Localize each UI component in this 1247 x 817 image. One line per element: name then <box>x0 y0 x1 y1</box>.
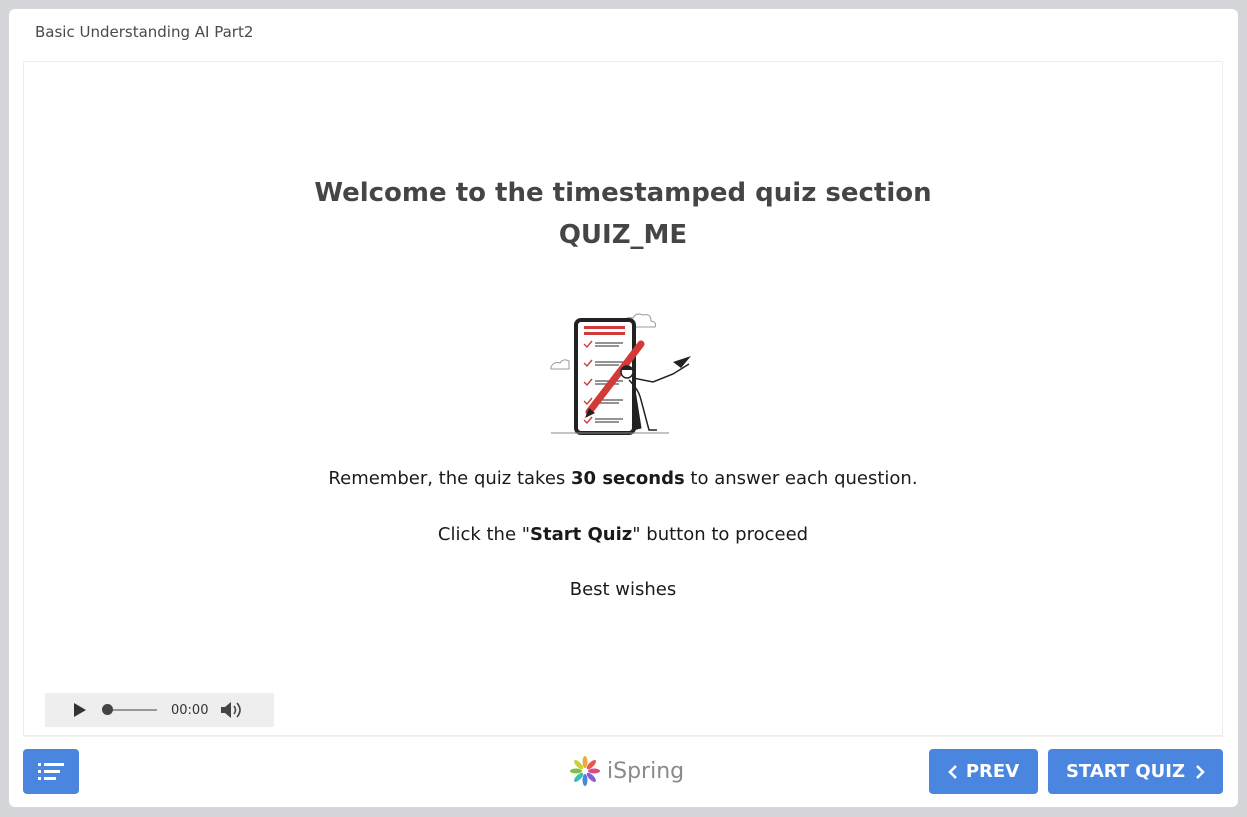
ispring-logo: iSpring <box>569 755 684 787</box>
logo-text: iSpring <box>607 758 685 784</box>
course-title: Basic Understanding AI Part2 <box>35 23 254 41</box>
audio-time: 00:00 <box>171 703 209 718</box>
footer-divider <box>23 736 1223 737</box>
note-text-1: Remember, the quiz takes <box>328 468 571 489</box>
heading-line-2: QUIZ_ME <box>558 220 688 250</box>
quiz-timing-note: Remember, the quiz takes 30 seconds to a… <box>24 468 1222 489</box>
outline-menu-button[interactable] <box>23 749 79 794</box>
start-quiz-label: START QUIZ <box>1065 761 1186 782</box>
note-bold-1: 30 seconds <box>571 468 685 489</box>
quiz-checklist-illustration-icon <box>550 313 691 435</box>
instruction-text-2: " button to proceed <box>632 524 809 545</box>
best-wishes-text: Best wishes <box>569 579 677 600</box>
audio-player: 00:00 <box>45 693 274 727</box>
audio-progress-track[interactable] <box>107 709 157 711</box>
prev-button[interactable]: PREV <box>929 749 1038 794</box>
start-instruction: Click the "Start Quiz" button to proceed <box>24 524 1222 545</box>
player-window: Basic Understanding AI Part2 Welcome to … <box>9 9 1238 807</box>
chevron-left-icon <box>948 764 957 779</box>
note-text-2: to answer each question. <box>684 468 918 489</box>
instruction-text-1: Click the " <box>437 524 531 545</box>
start-quiz-button[interactable]: START QUIZ <box>1048 749 1223 794</box>
instruction-bold: Start Quiz <box>530 524 633 545</box>
slide-area: Welcome to the timestamped quiz section … <box>23 61 1223 736</box>
prev-label: PREV <box>965 761 1020 782</box>
heading-line-1: Welcome to the timestamped quiz section <box>314 178 932 208</box>
slide-heading: Welcome to the timestamped quiz section … <box>24 172 1222 256</box>
audio-progress-knob[interactable] <box>102 704 113 715</box>
chevron-right-icon <box>1196 764 1205 779</box>
ispring-flower-icon <box>570 756 600 786</box>
volume-icon[interactable] <box>220 701 242 719</box>
play-icon[interactable] <box>73 702 87 718</box>
list-icon <box>38 763 64 780</box>
